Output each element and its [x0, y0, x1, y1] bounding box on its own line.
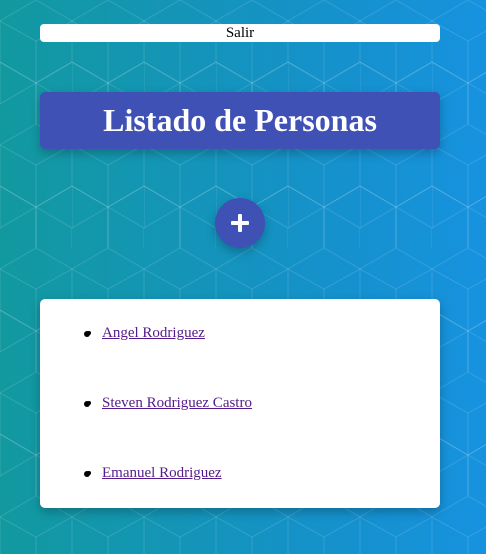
- bullet-icon: [84, 331, 90, 337]
- people-list-card: Angel Rodriguez Steven Rodriguez Castro …: [40, 299, 440, 508]
- list-item: Angel Rodriguez: [84, 325, 205, 342]
- plus-icon: [231, 214, 249, 232]
- person-link[interactable]: Emanuel Rodriguez: [102, 465, 222, 481]
- list-item: Steven Rodriguez Castro: [84, 395, 252, 412]
- bullet-icon: [84, 471, 90, 477]
- list-item: Emanuel Rodriguez: [84, 465, 222, 482]
- page-title-banner: Listado de Personas: [40, 92, 440, 149]
- page-title: Listado de Personas: [103, 102, 377, 138]
- bullet-icon: [84, 401, 90, 407]
- person-link[interactable]: Angel Rodriguez: [102, 325, 205, 341]
- add-person-button[interactable]: [215, 198, 265, 248]
- person-link[interactable]: Steven Rodriguez Castro: [102, 395, 252, 411]
- logout-button[interactable]: Salir: [40, 24, 440, 42]
